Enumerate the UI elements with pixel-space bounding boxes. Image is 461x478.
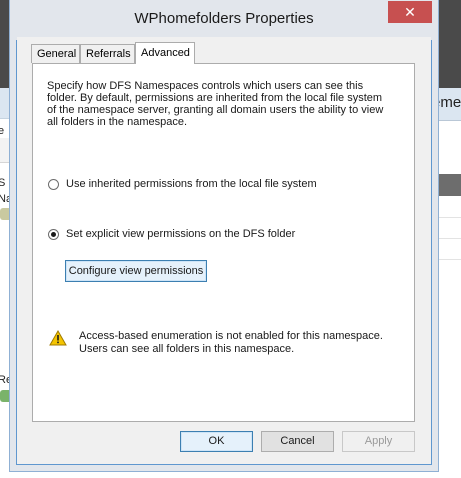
apply-button[interactable]: Apply	[342, 431, 415, 452]
background-left-text: Na	[0, 193, 13, 205]
background-right-column-header	[432, 174, 461, 196]
cancel-button[interactable]: Cancel	[261, 431, 334, 452]
description-text: Specify how DFS Namespaces controls whic…	[47, 80, 384, 128]
explicit-permissions-label: Set explicit view permissions on the DFS…	[66, 228, 296, 240]
inherited-permissions-radio[interactable]	[48, 178, 59, 190]
background-tree-icon	[0, 208, 14, 220]
explicit-permissions-option[interactable]: Set explicit view permissions on the DFS…	[48, 228, 295, 240]
background-right-row	[432, 197, 461, 218]
background-right-header: ement	[432, 88, 461, 121]
ok-button[interactable]: OK	[180, 431, 253, 452]
background-tree-icon	[0, 390, 14, 402]
dialog-client-area: General Referrals Advanced Specify how D…	[17, 37, 431, 464]
advanced-tab-panel: Specify how DFS Namespaces controls whic…	[32, 63, 415, 422]
close-icon: ✕	[404, 4, 416, 20]
warning-triangle-icon	[49, 330, 67, 346]
dialog-titlebar[interactable]: WPhomefolders Properties ✕	[17, 1, 432, 37]
abe-warning-text: Access-based enumeration is not enabled …	[79, 330, 383, 355]
inherited-permissions-label: Use inherited permissions from the local…	[66, 178, 317, 190]
background-left-text: S M	[0, 177, 18, 189]
explicit-permissions-radio[interactable]	[48, 228, 59, 240]
background-left-text: e	[0, 125, 5, 137]
close-button[interactable]: ✕	[388, 1, 432, 23]
background-toolbar-row	[0, 138, 16, 163]
tab-advanced[interactable]: Advanced	[135, 42, 195, 64]
dialog-title: WPhomefolders Properties	[134, 10, 314, 27]
background-toolbar-strip	[0, 88, 16, 119]
configure-view-permissions-button[interactable]: Configure view permissions	[65, 260, 207, 282]
properties-dialog: WPhomefolders Properties ✕ General Refer…	[10, 0, 438, 465]
background-right-row	[432, 218, 461, 239]
background-left-text: Re	[0, 374, 13, 386]
background-right-row	[432, 239, 461, 260]
tab-general[interactable]: General	[31, 44, 80, 63]
inherited-permissions-option[interactable]: Use inherited permissions from the local…	[48, 178, 317, 190]
tab-referrals[interactable]: Referrals	[80, 44, 135, 63]
